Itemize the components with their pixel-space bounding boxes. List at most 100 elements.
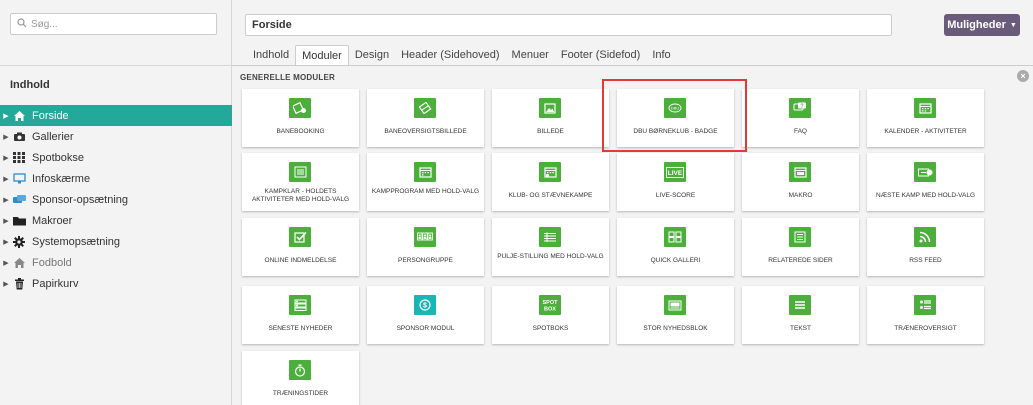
svg-text:$: $ [423, 303, 427, 310]
expand-caret-icon[interactable]: ▶ [2, 196, 10, 204]
module-dbu-boerneklub-badge[interactable]: DBU DBU BØRNEKLUB - BADGE [617, 89, 734, 147]
tab-menuer[interactable]: Menuer [506, 45, 555, 66]
module-faq[interactable]: ? FAQ [742, 89, 859, 147]
tab-header[interactable]: Header (Sidehoved) [395, 45, 505, 66]
caret-down-icon: ▼ [1009, 21, 1017, 29]
module-naeste-kamp[interactable]: NÆSTE KAMP MED HOLD-VALG [867, 153, 984, 211]
module-label: BANEOVERSIGTSBILLEDE [384, 128, 467, 135]
module-label: DBU BØRNEKLUB - BADGE [633, 128, 718, 135]
module-banebooking[interactable]: BANEBOOKING [242, 89, 359, 147]
module-label: TRÆNEROVERSIGT [894, 325, 957, 332]
module-online-indmeldelse[interactable]: ONLINE INDMELDELSE [242, 218, 359, 276]
home-icon [12, 257, 26, 269]
dollar-icon: $ [414, 295, 436, 315]
search-box[interactable] [10, 13, 217, 35]
module-label: KLUB- OG STÆVNEKAMPE [508, 192, 593, 199]
module-kampklar[interactable]: KAMPKLAR - HOLDETS AKTIVITETER MED HOLD-… [242, 153, 359, 211]
search-icon [17, 15, 27, 33]
module-baneoversigtsbillede[interactable]: BANEOVERSIGTSBILLEDE [367, 89, 484, 147]
module-traeneroversigt[interactable]: TRÆNEROVERSIGT [867, 286, 984, 344]
module-label: TRÆNINGSTIDER [272, 390, 329, 397]
folder-icon [12, 215, 26, 227]
kampklar-icon [289, 162, 311, 182]
expand-caret-icon[interactable]: ▶ [2, 238, 10, 246]
expand-caret-icon[interactable]: ▶ [2, 154, 10, 162]
search-input[interactable] [27, 18, 216, 30]
sidebar: Indhold ▶ Forside ▶ Gallerier ▶ Spotboks… [0, 0, 232, 405]
module-traeningstider[interactable]: TRÆNINGSTIDER [242, 351, 359, 405]
module-label: TEKST [790, 325, 811, 332]
expand-caret-icon[interactable]: ▶ [2, 259, 10, 267]
module-persongruppe[interactable]: PERSONGRUPPE [367, 218, 484, 276]
tab-indhold[interactable]: Indhold [247, 45, 295, 66]
modules-panel: GENERELLE MODULER × BANEBOOKING BANEOVER… [233, 66, 1033, 405]
module-sponsor-modul[interactable]: $ SPONSOR MODUL [367, 286, 484, 344]
module-makro[interactable]: MAKRO [742, 153, 859, 211]
module-label: NÆSTE KAMP MED HOLD-VALG [875, 192, 976, 199]
tab-design[interactable]: Design [349, 45, 395, 66]
sidebar-item-label: Infoskærme [32, 172, 91, 185]
module-label: BANEBOOKING [276, 128, 325, 135]
module-relaterede-sider[interactable]: RELATEREDE SIDER [742, 218, 859, 276]
sidebar-item-papirkurv[interactable]: ▶ Papirkurv [0, 273, 232, 294]
tab-moduler[interactable]: Moduler [295, 45, 349, 66]
module-kalender-aktiviteter[interactable]: KALENDER - AKTIVITETER [867, 89, 984, 147]
news-icon [289, 295, 311, 315]
sidebar-item-label: Sponsor-opsætning [32, 193, 129, 206]
sidebar-item-spotbokse[interactable]: ▶ Spotbokse [0, 147, 232, 168]
module-pulje-stilling[interactable]: PULJE-STILLING MED HOLD-VALG [492, 218, 609, 276]
expand-caret-icon[interactable]: ▶ [2, 175, 10, 183]
module-seneste-nyheder[interactable]: SENESTE NYHEDER [242, 286, 359, 344]
sidebar-item-label: Forside [32, 109, 69, 122]
page-title-field[interactable]: Forside [245, 14, 892, 36]
module-spotboks[interactable]: SPOT BOX SPOTBOKS [492, 286, 609, 344]
expand-caret-icon[interactable]: ▶ [2, 280, 10, 288]
trash-icon [12, 277, 26, 290]
sidebar-item-label: Papirkurv [32, 277, 79, 290]
expand-caret-icon[interactable]: ▶ [2, 133, 10, 141]
module-label: RSS FEED [909, 257, 942, 264]
sidebar-item-label: Gallerier [32, 130, 74, 143]
makro-icon [789, 162, 811, 182]
module-quick-galleri[interactable]: QUICK GALLERI [617, 218, 734, 276]
module-label: BILLEDE [537, 128, 564, 135]
sidebar-item-systemopsaetning[interactable]: ▶ Systemopsætning [0, 231, 232, 252]
module-billede[interactable]: BILLEDE [492, 89, 609, 147]
svg-text:SPOT: SPOT [543, 300, 559, 306]
module-kampprogram[interactable]: KAMPPROGRAM MED HOLD-VALG [367, 153, 484, 211]
module-label: KAMPPROGRAM MED HOLD-VALG [371, 188, 480, 195]
sidebar-item-infoskaerme[interactable]: ▶ Infoskærme [0, 168, 232, 189]
module-live-score[interactable]: LIVE LIVE-SCORE [617, 153, 734, 211]
module-klub-og-staevnekampe[interactable]: KLUB- OG STÆVNEKAMPE [492, 153, 609, 211]
gallery-icon [664, 227, 686, 247]
tab-footer[interactable]: Footer (Sidefod) [555, 45, 646, 66]
expand-caret-icon[interactable]: ▶ [2, 112, 10, 120]
module-label: STOR NYHEDSBLOK [643, 325, 708, 332]
expand-caret-icon[interactable]: ▶ [2, 217, 10, 225]
options-button[interactable]: Muligheder ▼ [944, 14, 1020, 36]
module-label: PULJE-STILLING MED HOLD-VALG [497, 253, 604, 260]
image-icon [539, 98, 561, 118]
module-stor-nyhedsblok[interactable]: STOR NYHEDSBLOK [617, 286, 734, 344]
sidebar-item-gallerier[interactable]: ▶ Gallerier [0, 126, 232, 147]
grid-icon [12, 152, 26, 164]
camera-icon [12, 131, 26, 143]
baneoversigt-icon [414, 98, 436, 118]
sidebar-item-sponsor-opsaetning[interactable]: ▶ Sponsor-opsætning [0, 189, 232, 210]
module-rss-feed[interactable]: RSS FEED [867, 218, 984, 276]
tab-bar: Indhold Moduler Design Header (Sidehoved… [247, 45, 677, 66]
live-icon: LIVE [664, 162, 686, 182]
tab-info[interactable]: Info [646, 45, 676, 66]
people-icon [414, 227, 436, 247]
module-label: SPOTBOKS [532, 325, 569, 332]
module-tekst[interactable]: TEKST [742, 286, 859, 344]
faq-icon: ? [789, 98, 811, 118]
close-icon[interactable]: × [1017, 70, 1029, 82]
sidebar-item-fodbold[interactable]: ▶ Fodbold [0, 252, 232, 273]
module-label: ONLINE INDMELDELSE [264, 257, 337, 264]
sidebar-item-forside[interactable]: ▶ Forside [0, 105, 232, 126]
svg-text:LIVE: LIVE [668, 170, 683, 177]
module-label: SENESTE NYHEDER [268, 325, 333, 332]
sidebar-item-makroer[interactable]: ▶ Makroer [0, 210, 232, 231]
gear-icon [12, 235, 26, 248]
